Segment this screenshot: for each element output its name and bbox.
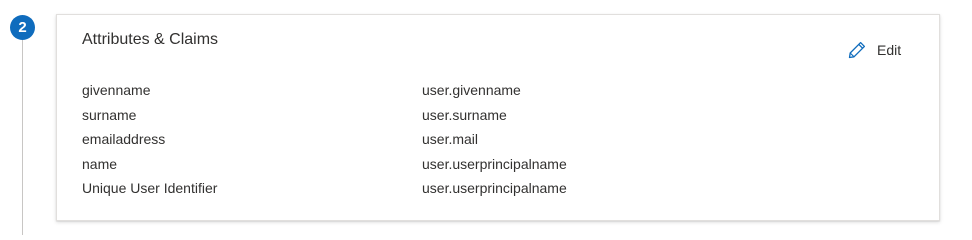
claim-value: user.mail (422, 131, 479, 148)
edit-label: Edit (877, 42, 902, 58)
claim-name: surname (82, 106, 137, 123)
claim-row: emailaddress user.mail (82, 127, 822, 152)
claim-row: name user.userprincipalname (82, 152, 822, 177)
edit-button[interactable]: Edit (847, 40, 901, 60)
claims-list: givenname user.givenname surname user.su… (82, 78, 822, 201)
claim-value: user.userprincipalname (422, 155, 567, 172)
claim-row: givenname user.givenname (82, 78, 822, 103)
sso-configuration-section: 2 Attributes & Claims Edit givenname use… (0, 0, 972, 235)
claim-row: surname user.surname (82, 103, 822, 128)
step-number-badge: 2 (10, 15, 35, 40)
pencil-icon (847, 40, 867, 60)
claim-name: emailaddress (82, 131, 166, 148)
claim-value: user.userprincipalname (422, 180, 567, 197)
step-connector-line (22, 40, 23, 235)
attributes-claims-card: Attributes & Claims Edit givenname user.… (56, 14, 940, 221)
claim-name: givenname (82, 82, 151, 99)
claim-value: user.givenname (422, 82, 521, 99)
claim-row: Unique User Identifier user.userprincipa… (82, 176, 822, 201)
claim-name: name (82, 155, 118, 172)
claim-value: user.surname (422, 106, 507, 123)
card-title: Attributes & Claims (82, 31, 219, 48)
claim-name: Unique User Identifier (82, 180, 218, 197)
